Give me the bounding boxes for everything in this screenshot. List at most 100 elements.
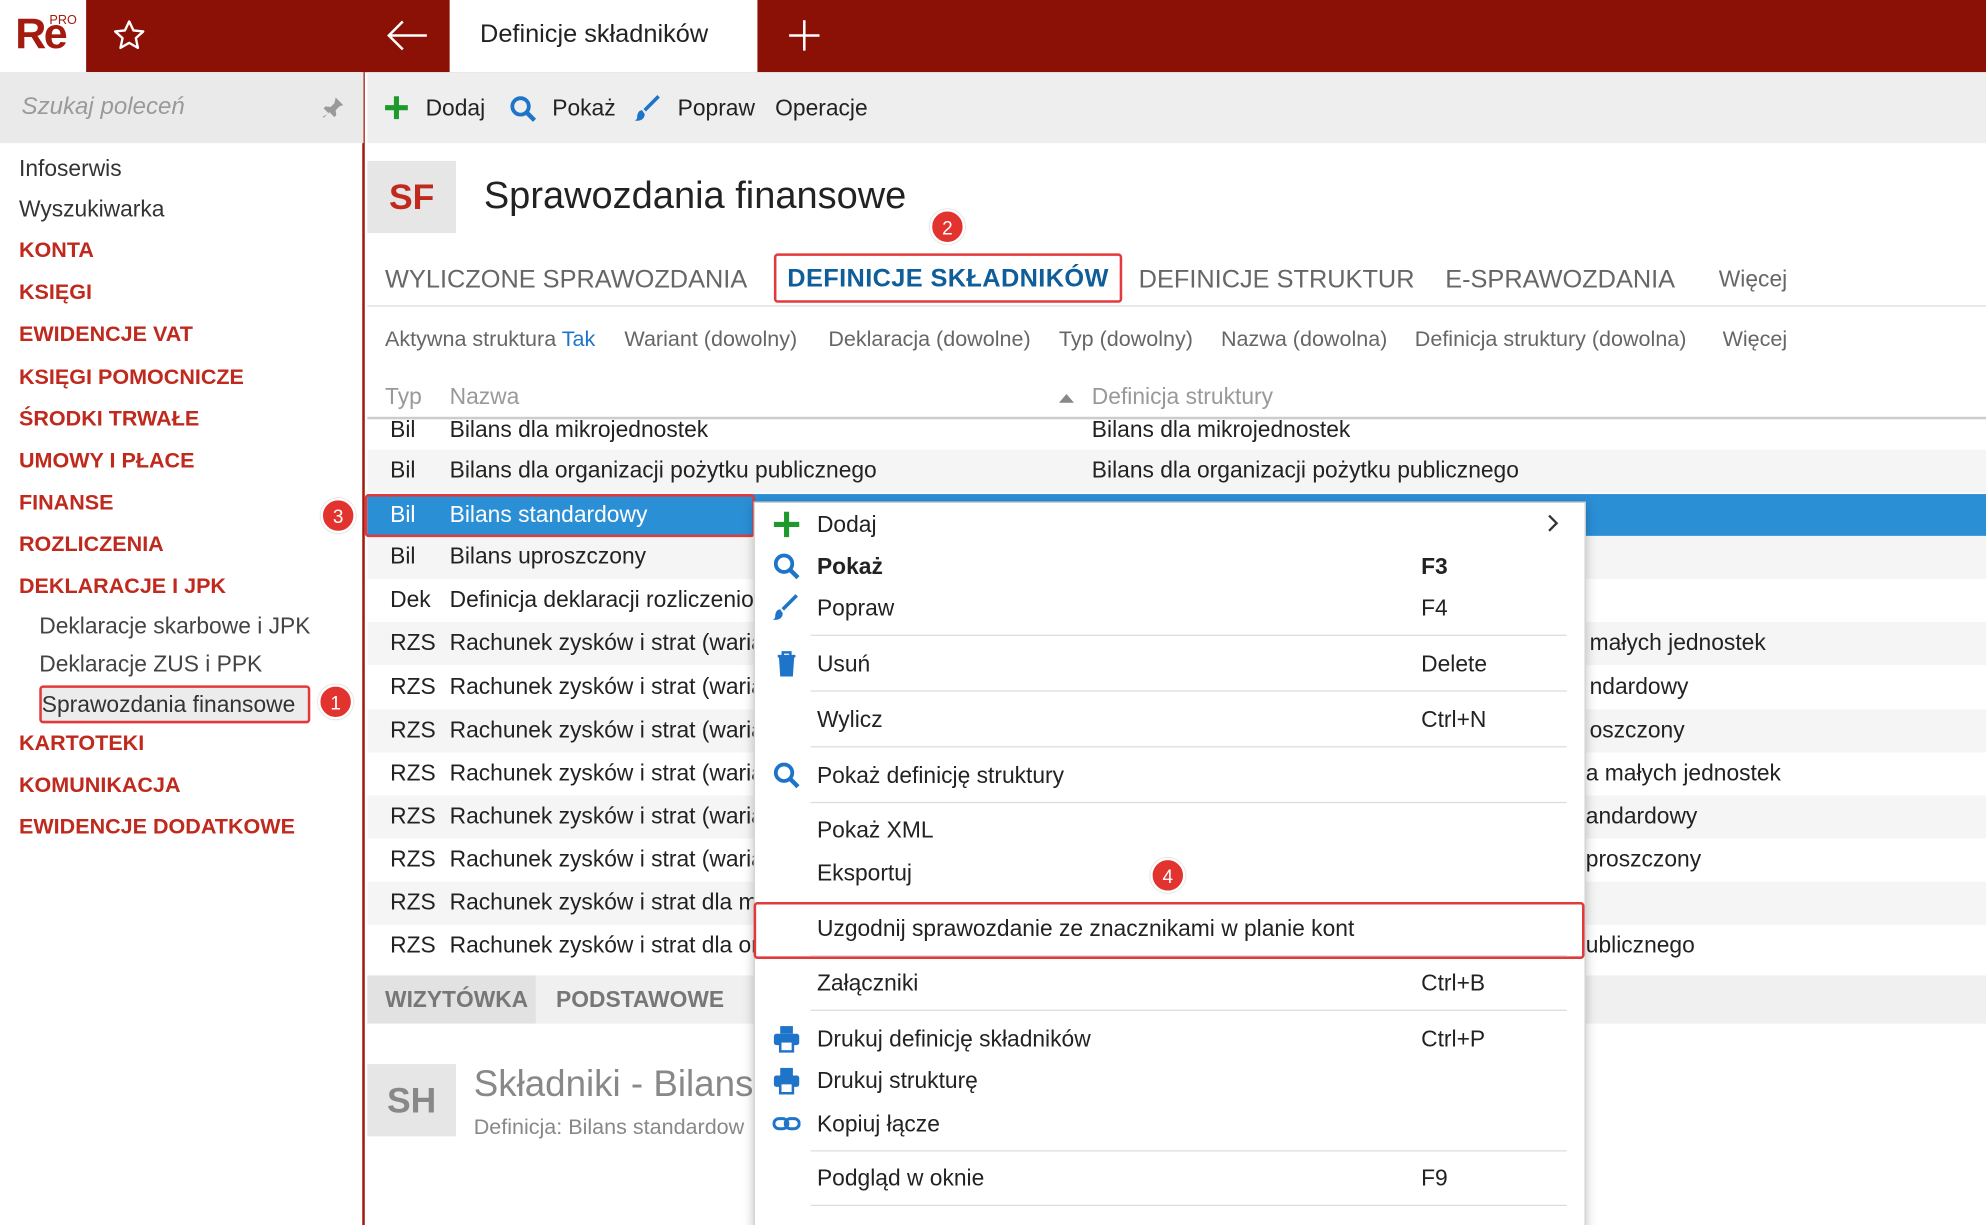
menu-item-print-structure[interactable]: Drukuj strukturę <box>817 1068 978 1095</box>
operations-button[interactable]: Operacje <box>775 95 868 122</box>
column-header-name[interactable]: Nazwa <box>450 384 520 411</box>
sidebar-item[interactable]: ŚRODKI TRWAŁE <box>19 407 199 432</box>
callout-badge-3: 3 <box>320 497 356 534</box>
cell-type: RZS <box>390 932 436 958</box>
table-row[interactable]: Bil Bilans dla organizacji pożytku public… <box>367 449 1986 493</box>
tab-e-sprawozdania[interactable]: E-SPRAWOZDANIA <box>1445 266 1675 295</box>
cell-name: Rachunek zysków i strat (waria <box>449 717 764 743</box>
back-arrow-icon[interactable] <box>384 16 430 54</box>
cell-definition: ndardowy <box>1589 673 1689 700</box>
menu-shortcut-show: F3 <box>1421 553 1448 579</box>
cell-type: RZS <box>390 673 436 700</box>
menu-item-delete[interactable]: Usuń <box>817 651 870 678</box>
brush-icon <box>772 594 798 620</box>
cell-name: Rachunek zysków i strat (waria <box>449 673 764 700</box>
highlight-reconcile <box>753 901 1585 959</box>
sidebar-item[interactable]: ROZLICZENIA <box>19 532 164 557</box>
sidebar-item[interactable]: DEKLARACJE I JPK <box>19 574 226 599</box>
menu-item-show[interactable]: Pokaż <box>817 554 883 581</box>
menu-separator <box>810 690 1567 692</box>
sidebar-item[interactable]: Deklaracje skarbowe i JPK <box>39 613 310 640</box>
cell-name: Rachunek zysków i strat (waria <box>449 760 764 786</box>
star-icon[interactable] <box>111 18 146 53</box>
sidebar-item[interactable]: EWIDENCJE VAT <box>19 322 193 347</box>
menu-item-show-xml[interactable]: Pokaż XML <box>817 817 934 844</box>
search-input[interactable]: Szukaj poleceń <box>0 72 364 144</box>
add-button[interactable]: Dodaj <box>426 95 486 122</box>
title-bar <box>0 0 1986 73</box>
filter-type[interactable]: Typ (dowolny) <box>1059 327 1193 352</box>
tab-definicje-struktur[interactable]: DEFINICJE STRUKTUR <box>1139 266 1415 295</box>
menu-separator <box>810 634 1567 636</box>
filter-variant[interactable]: Wariant (dowolny) <box>624 327 797 352</box>
menu-separator <box>810 1150 1567 1152</box>
tab-definicje-skladnikow[interactable]: Definicje składników <box>449 0 758 73</box>
menu-shortcut-delete: Delete <box>1421 651 1488 677</box>
filter-name[interactable]: Nazwa (dowolna) <box>1221 327 1387 352</box>
chevron-right-icon <box>1548 514 1559 532</box>
detail-abbr-badge: SH <box>367 1064 456 1137</box>
search-icon <box>773 762 800 789</box>
sidebar-item[interactable]: Wyszukiwarka <box>19 196 164 223</box>
menu-separator <box>810 801 1567 804</box>
menu-shortcut-print-definition: Ctrl+P <box>1421 1026 1486 1052</box>
sidebar-item-selected[interactable]: Sprawozdania finansowe <box>39 685 311 724</box>
cell-type: RZS <box>390 717 436 743</box>
tab-wyliczone-sprawozdania[interactable]: WYLICZONE SPRAWOZDANIA <box>385 266 747 295</box>
add-plus-icon <box>385 96 408 120</box>
tab-wizytowka[interactable]: WIZYTÓWKA <box>385 987 528 1014</box>
filter-more[interactable]: Więcej <box>1723 327 1788 352</box>
filter-active-structure[interactable]: Aktywna struktura Tak <box>385 327 595 352</box>
edit-button[interactable]: Popraw <box>678 95 755 122</box>
cell-name: Rachunek zysków i strat (waria <box>449 803 764 829</box>
tab-podstawowe[interactable]: PODSTAWOWE <box>556 987 724 1014</box>
sidebar-item[interactable]: KOMUNIKACJA <box>19 773 180 798</box>
filter-declaration[interactable]: Deklaracja (dowolne) <box>828 327 1030 352</box>
menu-item-add[interactable]: Dodaj <box>817 512 877 539</box>
sidebar-item[interactable]: KARTOTEKI <box>19 731 144 756</box>
sidebar-item[interactable]: UMOWY I PŁACE <box>19 448 194 473</box>
menu-item-copy-link[interactable]: Kopiuj łącze <box>817 1111 940 1138</box>
filter-structure-definition[interactable]: Definicja struktury (dowolna) <box>1415 327 1687 352</box>
cell-type: Bil <box>390 416 416 443</box>
detail-title: Składniki - Bilans <box>473 1064 754 1105</box>
pin-icon[interactable] <box>320 95 345 120</box>
sidebar-item[interactable]: FINANSE <box>19 490 114 515</box>
menu-shortcut-calculate: Ctrl+N <box>1421 706 1487 733</box>
cell-definition: Bilans dla organizacji pożytku publiczne… <box>1091 457 1519 483</box>
sidebar-item[interactable]: KONTA <box>19 238 94 263</box>
menu-item-print-definition[interactable]: Drukuj definicję składników <box>817 1026 1091 1053</box>
menu-item-export[interactable]: Eksportuj <box>817 860 912 887</box>
column-header-type[interactable]: Typ <box>385 384 422 411</box>
sidebar-item[interactable]: Infoserwis <box>19 156 122 183</box>
link-icon <box>772 1117 801 1131</box>
cell-type: RZS <box>390 889 436 915</box>
show-button[interactable]: Pokaż <box>552 95 615 122</box>
table-row[interactable]: Bil Bilans dla mikrojednostek Bilans dla m… <box>367 416 1986 449</box>
app-logo[interactable]: Re PRO <box>0 0 87 73</box>
cell-type: RZS <box>390 803 436 829</box>
column-header-definition[interactable]: Definicja struktury <box>1092 384 1273 411</box>
menu-separator <box>810 746 1567 748</box>
cell-type: Bil <box>390 457 416 483</box>
sidebar-item[interactable]: KSIĘGI POMOCNICZE <box>19 365 244 390</box>
menu-item-preview-window[interactable]: Podgląd w oknie <box>817 1165 984 1192</box>
menu-item-calculate[interactable]: Wylicz <box>817 707 883 734</box>
tab-definicje-skladnikow-selected[interactable]: DEFINICJE SKŁADNIKÓW <box>773 253 1123 303</box>
menu-item-attachments[interactable]: Załączniki <box>817 970 918 997</box>
menu-item-edit[interactable]: Popraw <box>817 595 894 622</box>
new-tab-plus-icon[interactable] <box>785 16 823 54</box>
menu-separator <box>810 955 1567 957</box>
sidebar-item[interactable]: Deklaracje ZUS i PPK <box>39 651 262 678</box>
menu-separator <box>810 1009 1567 1011</box>
sidebar-item[interactable]: EWIDENCJE DODATKOWE <box>19 815 295 840</box>
filter-active-structure-value: Tak <box>561 326 596 351</box>
sidebar-item[interactable]: KSIĘGI <box>19 280 92 305</box>
logo-badge: PRO <box>49 13 77 28</box>
tab-more[interactable]: Więcej <box>1719 266 1787 293</box>
cell-type: RZS <box>390 629 436 655</box>
cell-definition: a małych jednostek <box>1585 760 1781 786</box>
menu-item-show-structure-def[interactable]: Pokaż definicję struktury <box>817 763 1064 790</box>
menu-shortcut-edit: F4 <box>1421 595 1448 621</box>
cell-type: RZS <box>390 846 436 872</box>
